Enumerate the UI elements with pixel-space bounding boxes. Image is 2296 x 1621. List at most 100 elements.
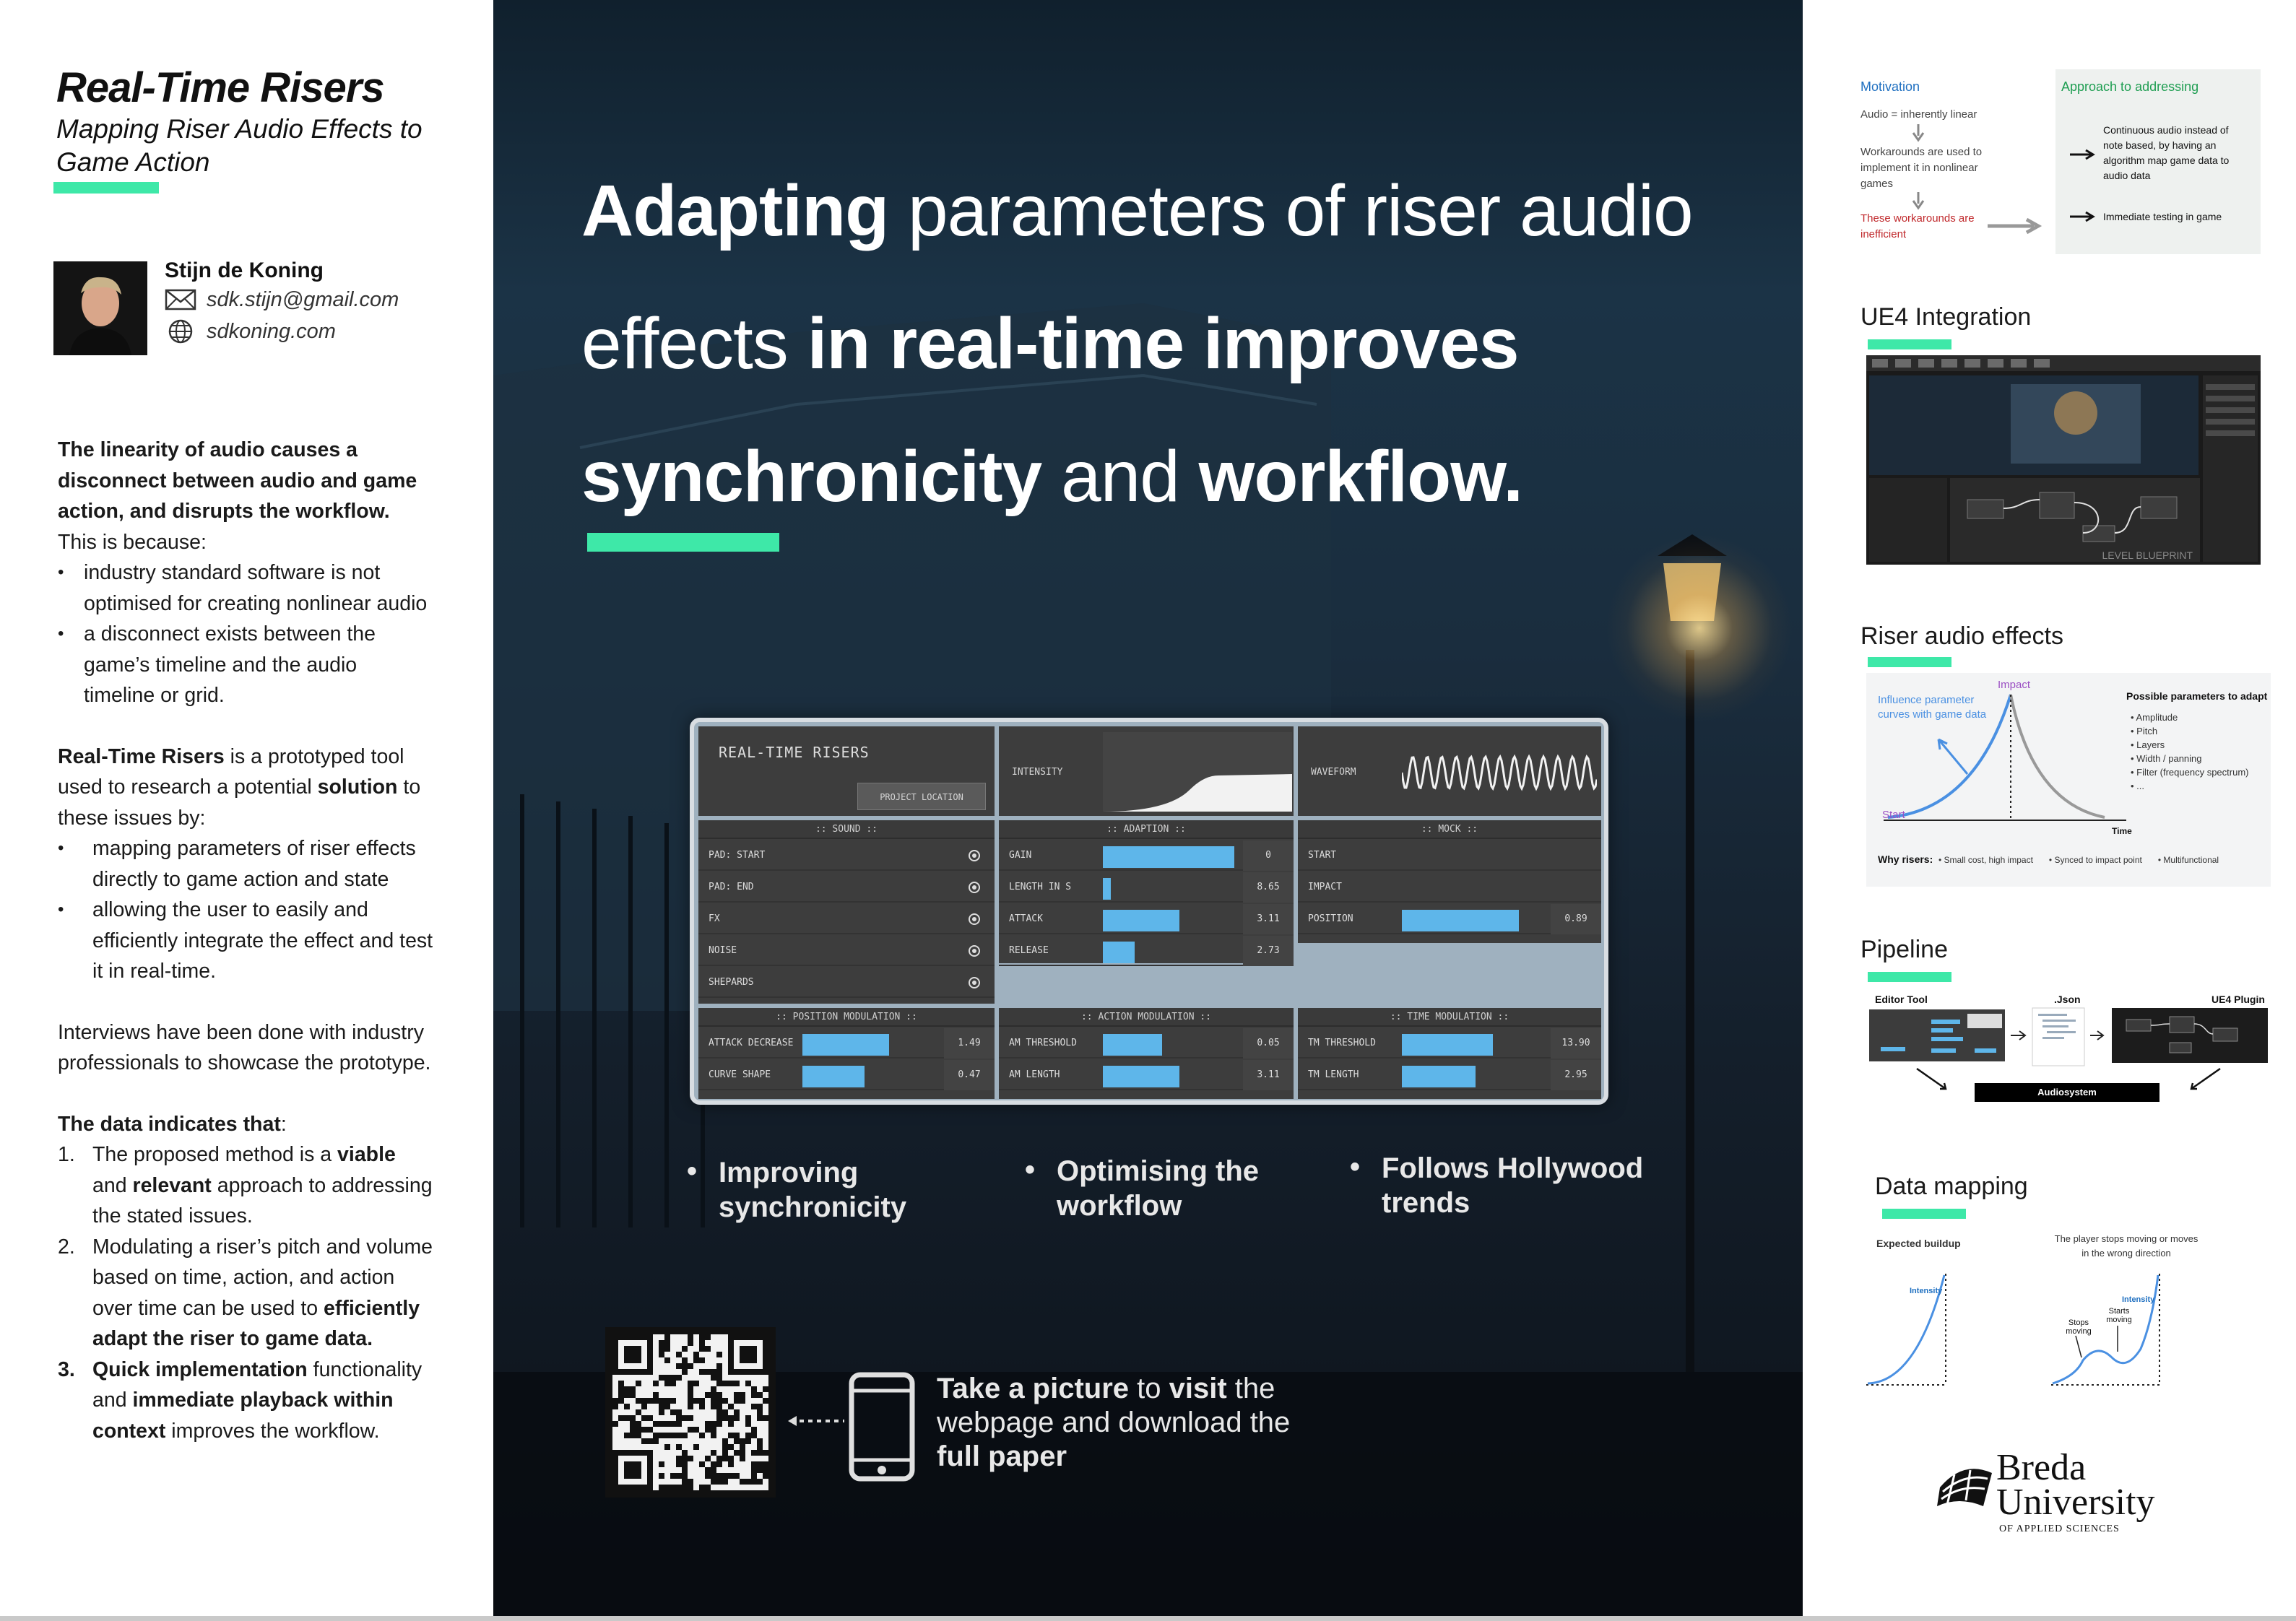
arrow-down-icon <box>1912 192 1925 210</box>
mock-panel-header: :: MOCK :: <box>1298 820 1601 839</box>
globe-logo-icon <box>1937 1469 1992 1506</box>
poster-subtitle: Mapping Riser Audio Effects to Game Acti… <box>56 114 423 177</box>
why-risers-label: Why risers: <box>1878 853 1933 865</box>
position-modulation-row[interactable]: ATTACK DECREASE 1.49 <box>698 1028 995 1059</box>
value-slider[interactable] <box>1402 1034 1493 1056</box>
list-item: industry standard software is not optimi… <box>58 557 433 619</box>
radio-button[interactable] <box>969 850 980 861</box>
pipeline-title: Pipeline <box>1860 936 1948 963</box>
solution-list: mapping parameters of riser effects dire… <box>58 833 433 987</box>
value-slider[interactable] <box>802 1066 865 1087</box>
sound-row[interactable]: PAD: START <box>698 840 995 871</box>
value-slider[interactable] <box>1103 878 1111 900</box>
adaption-panel: :: ADAPTION :: GAIN 0 LENGTH IN S 8.65 ATTAC… <box>999 820 1294 966</box>
ue4-editor-image: LEVEL BLUEPRINT <box>1866 355 2261 562</box>
abstract-text: The linearity of audio causes a disconne… <box>58 435 433 1446</box>
project-location-button[interactable]: PROJECT LOCATION <box>857 783 986 810</box>
riser-diagram: Influence parameter curves with game dat… <box>1866 673 2271 887</box>
time-modulation-row[interactable]: TM LENGTH 2.95 <box>1298 1060 1601 1090</box>
list-item: mapping parameters of riser effects dire… <box>58 833 433 895</box>
qr-code[interactable] <box>605 1327 776 1498</box>
value-slider[interactable] <box>1103 910 1179 931</box>
tool-header-panel: REAL-TIME RISERS PROJECT LOCATION <box>698 726 995 816</box>
logo-line-3: OF APPLIED SCIENCES <box>1999 1524 2120 1534</box>
sound-row[interactable]: SHEPARDS <box>698 968 995 998</box>
finding-number: 3. <box>58 1357 75 1381</box>
mock-impact-row[interactable]: IMPACT <box>1298 872 1601 903</box>
headline-part: and <box>1041 436 1199 517</box>
row-value: 0.47 <box>944 1060 995 1090</box>
finding-item: 3. Quick implementation functionality and… <box>58 1355 433 1447</box>
adaption-row[interactable]: GAIN 0 <box>999 840 1294 871</box>
start-label: Start <box>1882 809 1905 821</box>
finding-number: 1. <box>58 1143 75 1166</box>
key-point: • Improving synchronicity <box>687 1155 907 1223</box>
value-slider[interactable] <box>1103 1034 1162 1056</box>
position-slider[interactable] <box>1402 910 1519 931</box>
param-item: • Filter (frequency spectrum) <box>2131 767 2249 778</box>
mapping-diagrams: Expected buildup The player stops moving… <box>1866 1227 2271 1401</box>
radio-button[interactable] <box>969 945 980 957</box>
author-email-row[interactable]: sdk.stijn@gmail.com <box>165 287 399 312</box>
motivation-item-highlight: These workarounds are inefficient <box>1860 212 1975 240</box>
mock-start-row[interactable]: START <box>1298 840 1601 871</box>
motivation-title: Motivation <box>1860 79 1920 94</box>
arrow-down-icon <box>1912 124 1925 142</box>
riser-title: Riser audio effects <box>1860 622 2063 650</box>
row-label: PAD: END <box>709 882 754 892</box>
why-risers-list: • Small cost, high impact • Synced to imp… <box>1938 855 2219 865</box>
globe-icon <box>168 319 193 344</box>
key-point: • Optimising the workflow <box>1025 1154 1259 1222</box>
row-label: FX <box>709 913 720 924</box>
stops-moving-title: The player stops moving or moves in the … <box>2054 1233 2198 1259</box>
problem-list: industry standard software is not optimi… <box>58 557 433 711</box>
ue4-caption: LEVEL BLUEPRINT <box>2102 549 2193 561</box>
riser-accent-bar <box>1868 657 1951 667</box>
value-slider[interactable] <box>1103 846 1234 868</box>
row-label: AM THRESHOLD <box>1009 1038 1077 1048</box>
adaption-row[interactable]: ATTACK 3.11 <box>999 904 1294 934</box>
motivation-item: Workarounds are used to implement it in … <box>1860 146 1983 190</box>
headline-part: real-time <box>889 303 1184 384</box>
intensity-axis-label: Intensity <box>2122 1295 2155 1304</box>
value-slider[interactable] <box>1103 1066 1179 1087</box>
mock-panel: :: MOCK :: START IMPACT POSITION 0.89 <box>1298 820 1601 943</box>
radio-button[interactable] <box>969 882 980 893</box>
row-label: AM LENGTH <box>1009 1069 1060 1080</box>
author-website-row[interactable]: sdkoning.com <box>165 319 336 344</box>
radio-button[interactable] <box>969 977 980 988</box>
stops-moving-label: Stops moving <box>2066 1318 2092 1336</box>
value-slider[interactable] <box>1402 1066 1476 1087</box>
action-modulation-row[interactable]: AM THRESHOLD 0.05 <box>999 1028 1294 1059</box>
waveform-display <box>1402 754 1597 791</box>
motivation-block: Motivation Audio = inherently linear Wor… <box>1860 72 2048 253</box>
row-label: SHEPARDS <box>709 977 754 988</box>
value-slider[interactable] <box>1103 942 1135 963</box>
author-avatar <box>53 261 147 355</box>
mock-position-row[interactable]: POSITION 0.89 <box>1298 904 1601 934</box>
position-modulation-row[interactable]: CURVE SHAPE 0.47 <box>698 1060 995 1090</box>
waveform-label: WAVEFORM <box>1311 767 1356 778</box>
action-modulation-panel: :: ACTION MODULATION :: AM THRESHOLD 0.05… <box>999 1008 1294 1099</box>
headline-accent-bar <box>587 533 779 552</box>
smartphone-icon <box>849 1372 915 1482</box>
time-modulation-row[interactable]: TM THRESHOLD 13.90 <box>1298 1028 1601 1059</box>
university-logo: Breda University OF APPLIED SCIENCES <box>1933 1449 2193 1538</box>
sound-row[interactable]: PAD: END <box>698 872 995 903</box>
mock-row-label: POSITION <box>1308 913 1353 924</box>
sound-row[interactable]: FX <box>698 904 995 934</box>
value-slider[interactable] <box>802 1034 889 1056</box>
radio-button[interactable] <box>969 913 980 925</box>
why-item: • Synced to impact point <box>2048 855 2142 865</box>
adaption-row[interactable]: LENGTH IN S 8.65 <box>999 872 1294 903</box>
position-modulation-panel: :: POSITION MODULATION :: ATTACK DECREAS… <box>698 1008 995 1099</box>
row-label: NOISE <box>709 945 737 956</box>
adaption-row[interactable]: RELEASE 2.73 <box>999 936 1294 966</box>
influence-label: Influence parameter curves with game dat… <box>1878 694 1987 721</box>
sound-row[interactable]: NOISE <box>698 936 995 966</box>
finding-text: improves the workflow. <box>165 1419 380 1443</box>
ue4-title: UE4 Integration <box>1860 303 2032 331</box>
headline-part: improves <box>1184 303 1520 384</box>
arrow-right-icon <box>1988 217 2042 235</box>
action-modulation-row[interactable]: AM LENGTH 3.11 <box>999 1060 1294 1090</box>
